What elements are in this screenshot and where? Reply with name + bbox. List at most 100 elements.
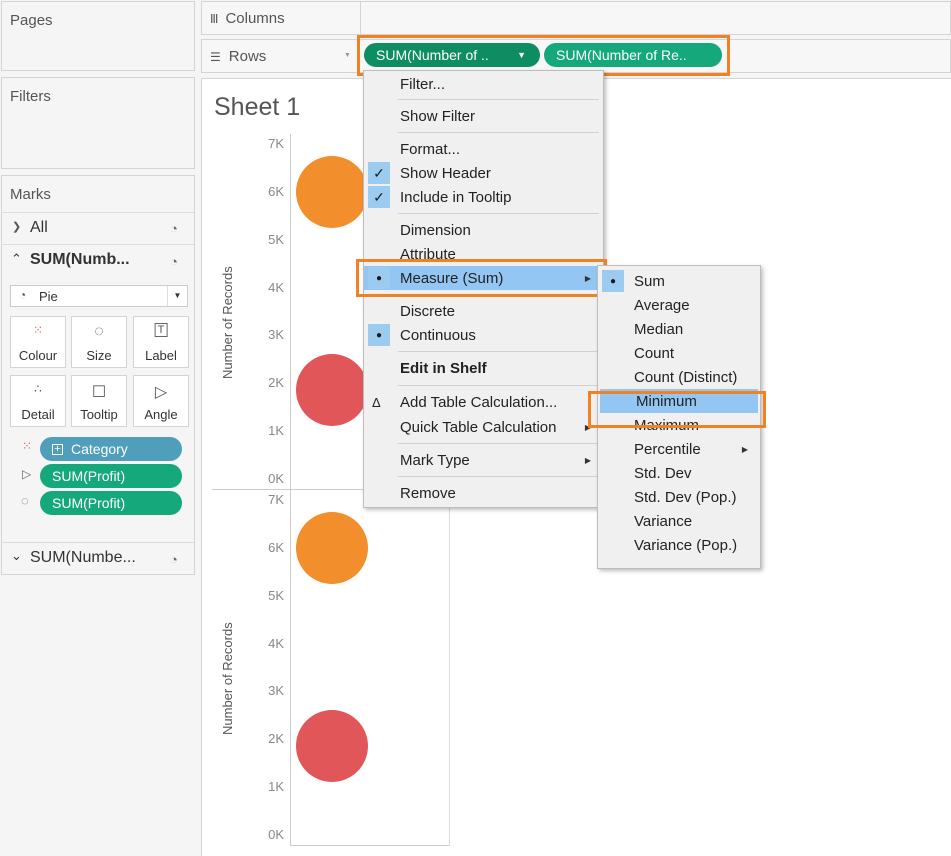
menu-item-label: Format...: [400, 140, 461, 158]
agg-item-variance[interactable]: Variance: [598, 509, 760, 533]
mark-type-select[interactable]: ◔ Pie ▼: [10, 285, 188, 307]
filters-shelf[interactable]: Filters: [1, 77, 195, 169]
checkmark-icon: ✓: [368, 162, 390, 184]
menu-item-label: Show Filter: [400, 107, 476, 125]
menu-item-label: Add Table Calculation...: [400, 393, 558, 411]
agg-item-label: Sum: [634, 272, 665, 290]
pie-clock-icon: ◔: [170, 254, 178, 269]
menu-item-label: Filter...: [400, 75, 446, 93]
pie-mark[interactable]: [296, 710, 368, 783]
y-tick-label: 2K: [268, 375, 284, 391]
agg-item-label: Variance: [634, 512, 693, 530]
detail-card[interactable]: ∴ Detail: [10, 375, 66, 427]
menu-item-continuous[interactable]: ● Continuous: [364, 323, 603, 347]
angle-icon: ▷: [22, 467, 32, 481]
columns-shelf[interactable]: ⅡⅠ Columns: [201, 1, 951, 36]
marks-layer-2-label: SUM(Numbe...: [30, 549, 136, 566]
agg-item-median[interactable]: Median: [598, 317, 760, 341]
menu-item-discrete[interactable]: Discrete: [364, 299, 603, 323]
agg-item-count-distinct[interactable]: Count (Distinct): [598, 365, 760, 389]
label-t-icon: T: [154, 323, 168, 337]
pie-mark[interactable]: [296, 155, 368, 228]
detail-dots-icon: ∴: [34, 382, 42, 396]
marks-layer-1-label: SUM(Numb...: [30, 251, 130, 268]
marks-layer-2-row[interactable]: ⌄ SUM(Numbe... ◔: [2, 542, 194, 574]
y-tick-label: 0K: [268, 471, 284, 486]
pie-mark[interactable]: [296, 354, 368, 427]
profit-angle-pill[interactable]: SUM(Profit): [40, 464, 182, 488]
agg-item-label: Count: [634, 344, 675, 362]
columns-title: Columns: [225, 10, 285, 27]
y-tick-label: 0K: [268, 827, 284, 842]
menu-item-add-table-calculation[interactable]: Δ Add Table Calculation...: [364, 390, 603, 414]
menu-item-remove[interactable]: Remove: [364, 481, 603, 505]
marks-layer-1-row[interactable]: ⌃ SUM(Numb... ◔: [2, 244, 194, 278]
menu-item-quick-table-calculation[interactable]: Quick Table Calculation ▶: [364, 415, 603, 439]
pages-shelf[interactable]: Pages: [1, 1, 195, 71]
detail-label: Detail: [21, 407, 55, 422]
menu-item-label: Mark Type: [400, 451, 470, 469]
pie-clock-icon: ◔: [170, 221, 178, 236]
category-label: Category: [71, 441, 128, 457]
y-tick-label: 6K: [268, 539, 284, 555]
agg-item-std-dev[interactable]: Std. Dev: [598, 461, 760, 485]
y-axis-title-2: Number of Records: [220, 622, 235, 735]
pie-mark[interactable]: [296, 511, 368, 584]
agg-item-average[interactable]: Average: [598, 293, 760, 317]
menu-item-include-in-tooltip[interactable]: ✓ Include in Tooltip: [364, 185, 603, 209]
submenu-arrow-icon: ▶: [741, 444, 748, 454]
chart-pane-2: 7K 6K 5K 4K 3K 2K 1K 0K Number of Records: [212, 490, 450, 846]
columns-shelf-label: ⅡⅠ Columns: [210, 10, 285, 27]
size-card[interactable]: ◌ Size: [71, 316, 127, 368]
plus-box-icon: +: [52, 443, 63, 455]
menu-item-dimension[interactable]: Dimension: [364, 218, 603, 242]
checkmark-icon: ✓: [368, 186, 390, 208]
tooltip-card[interactable]: ☐ Tooltip: [71, 375, 127, 427]
agg-item-label: Variance (Pop.): [634, 536, 738, 554]
menu-item-mark-type[interactable]: Mark Type ▶: [364, 448, 603, 472]
pie-icon: ◔: [19, 288, 27, 302]
colour-card[interactable]: ⁙ Colour: [10, 316, 66, 368]
y-axis-title-1: Number of Records: [220, 266, 235, 379]
colour-dots-icon: ⁙: [22, 439, 33, 453]
chevron-right-icon: ❯: [12, 221, 22, 233]
agg-item-variance-pop[interactable]: Variance (Pop.): [598, 533, 760, 557]
marks-all-row[interactable]: ❯ All ◔: [2, 212, 194, 244]
menu-item-label: Continuous: [400, 326, 476, 344]
marks-card-panel: Marks ❯ All ◔ ⌃ SUM(Numb... ◔ ◔ Pie ▼ ⁙ …: [1, 175, 195, 575]
category-field-pill[interactable]: + Category: [40, 437, 182, 461]
agg-item-label: Median: [634, 320, 684, 338]
size-icon: ◌: [94, 323, 104, 340]
angle-card[interactable]: ▷ Angle: [133, 375, 189, 427]
menu-item-edit-in-shelf[interactable]: Edit in Shelf: [364, 356, 603, 380]
y-tick-label: 1K: [268, 779, 284, 795]
menu-item-filter[interactable]: Filter...: [364, 72, 603, 96]
profit-size-pill[interactable]: SUM(Profit): [40, 491, 182, 515]
menu-item-format[interactable]: Format...: [364, 137, 603, 161]
menu-item-show-filter[interactable]: Show Filter: [364, 104, 603, 128]
menu-item-label: Edit in Shelf: [400, 359, 487, 377]
colour-label: Colour: [18, 348, 58, 363]
filters-title: Filters: [10, 88, 51, 105]
angle-label: Angle: [144, 407, 178, 422]
colour-dots-icon: ⁙: [32, 323, 44, 337]
shelf-divider: [360, 2, 361, 36]
menu-separator: [398, 385, 599, 386]
y-tick-label: 1K: [268, 423, 284, 439]
agg-item-percentile[interactable]: Percentile ▶: [598, 437, 760, 461]
menu-item-show-header[interactable]: ✓ Show Header: [364, 161, 603, 185]
rows-icon: ☰: [210, 49, 221, 64]
y-tick-label: 3K: [268, 327, 284, 343]
agg-item-label: Average: [634, 296, 690, 314]
agg-item-label: Percentile: [634, 440, 701, 458]
dropdown-arrow-icon: ▼: [167, 286, 187, 306]
label-card[interactable]: T Label: [133, 316, 189, 368]
size-icon: ◌: [21, 493, 29, 508]
y-tick-label: 2K: [268, 731, 284, 747]
agg-item-count[interactable]: Count: [598, 341, 760, 365]
measure-highlight-box: [356, 259, 607, 297]
menu-separator: [398, 213, 599, 214]
label-label: Label: [145, 348, 177, 363]
agg-item-sum[interactable]: ● Sum: [598, 269, 760, 293]
agg-item-std-dev-pop[interactable]: Std. Dev (Pop.): [598, 485, 760, 509]
